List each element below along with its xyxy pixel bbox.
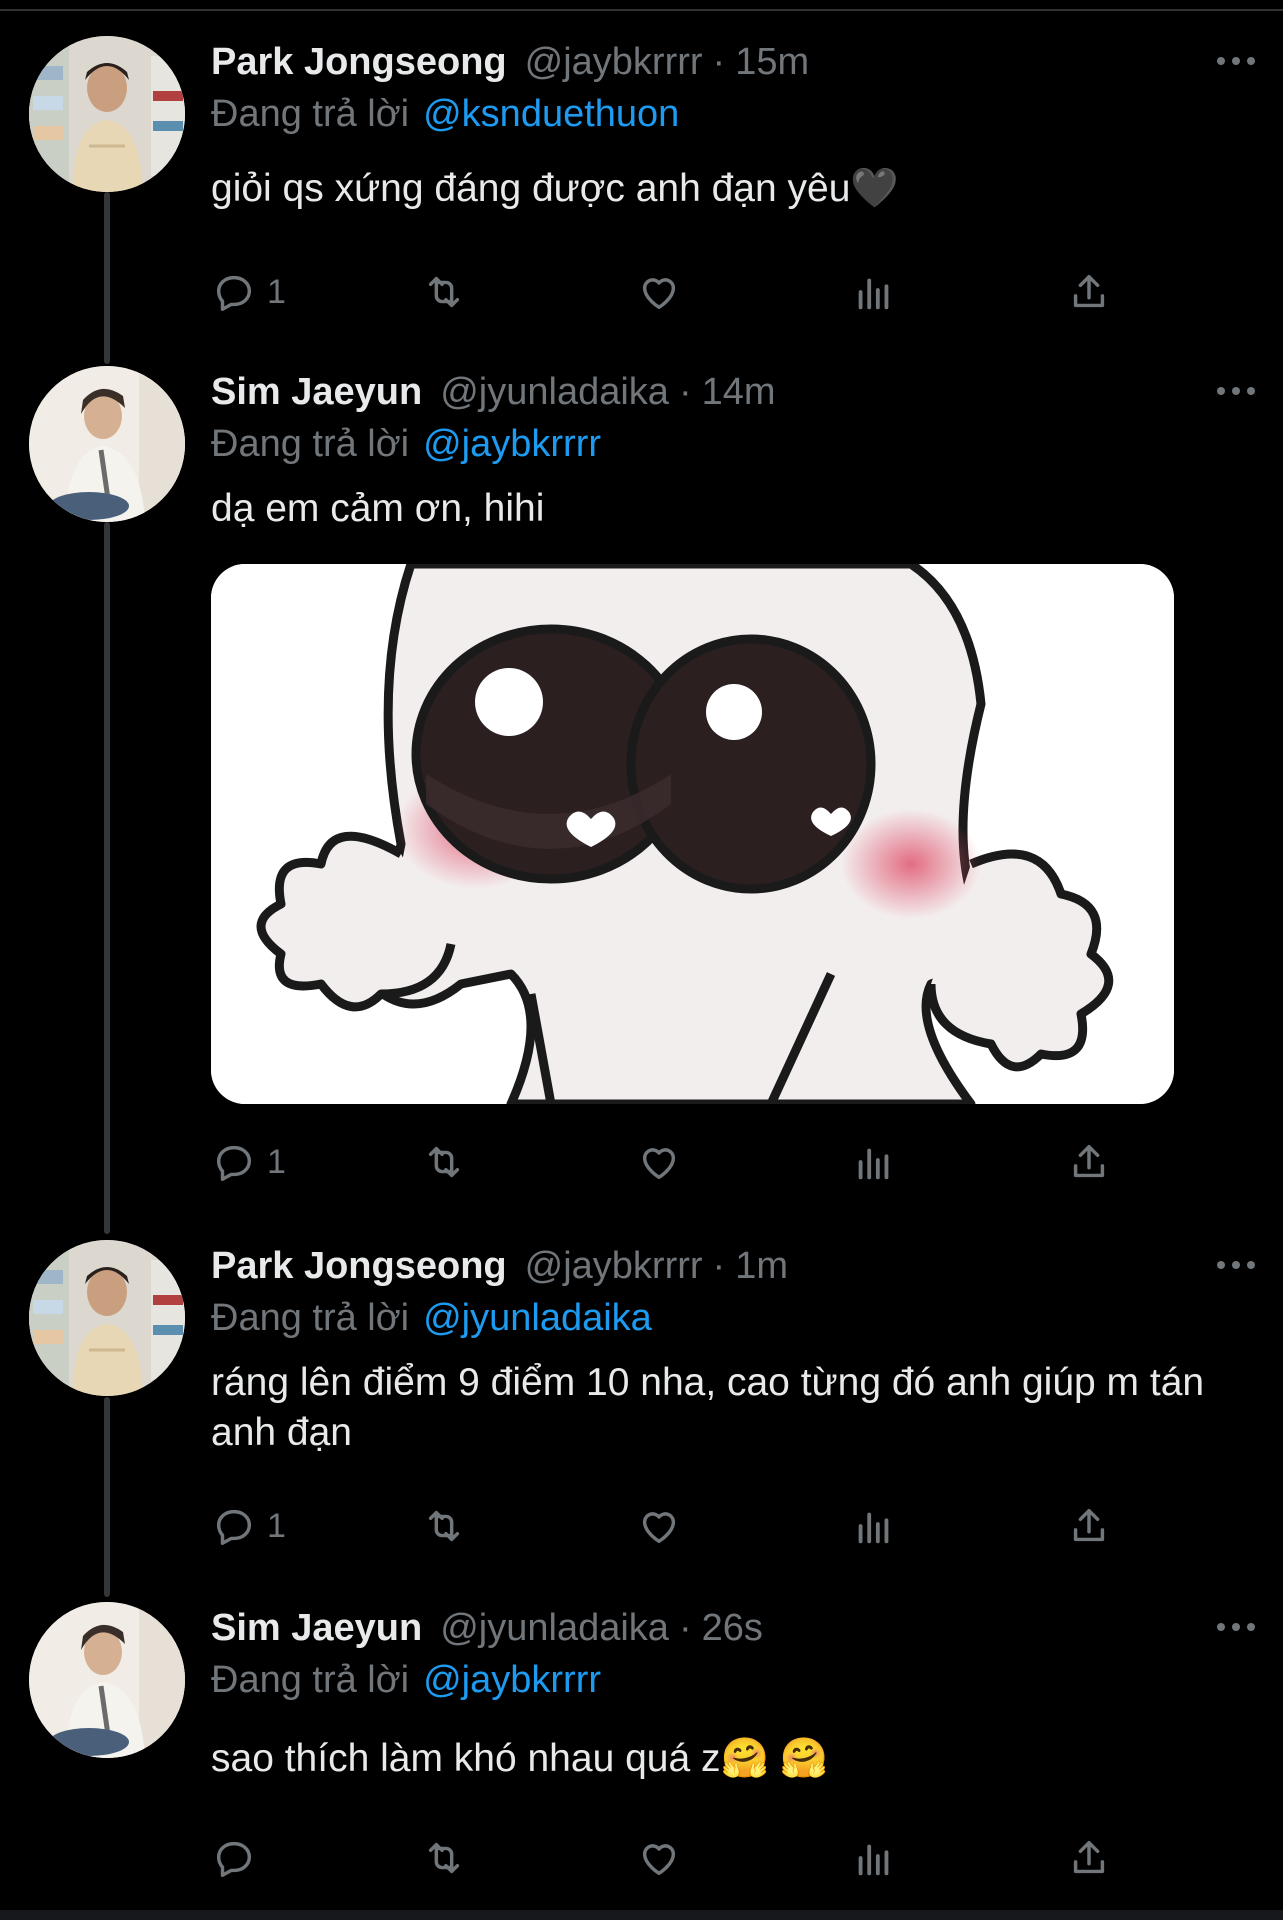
tweet[interactable]: Park Jongseong @jaybkrrrr · 1m Đang trả … [0,1240,1283,1570]
like-icon [642,278,676,310]
analytics-icon [858,278,889,310]
analytics-button[interactable] [851,262,897,322]
analytics-icon [858,1844,889,1876]
bottom-divider [0,1910,1283,1920]
tweet-actions: 1 [211,1496,1111,1556]
reply-prefix: Đang trả lời [211,1296,410,1339]
share-button[interactable] [1066,1828,1112,1888]
top-divider [0,9,1283,11]
like-icon [642,1844,676,1876]
display-name[interactable]: Sim Jaeyun [211,371,422,414]
reply-prefix: Đang trả lời [211,92,410,135]
more-options-icon[interactable] [1211,376,1261,406]
user-handle[interactable]: @jaybkrrrr [525,1245,703,1288]
timestamp[interactable]: 26s [702,1607,763,1650]
blushing-cartoon-sticker [211,564,1174,1104]
tweet-actions: 1 [211,262,1111,322]
timestamp[interactable]: 15m [735,41,809,84]
retweet-icon [428,276,460,308]
reply-prefix: Đang trả lời [211,1658,410,1701]
avatar[interactable] [29,1240,185,1396]
more-options-icon[interactable] [1211,1250,1261,1280]
tweet-text: dạ em cảm ơn, hihi [211,487,545,530]
like-icon [642,1148,676,1180]
user-handle[interactable]: @jyunladaika [440,371,669,414]
analytics-icon [858,1148,889,1180]
more-options-icon[interactable] [1211,46,1261,76]
tweet-text: ráng lên điểm 9 điểm 10 nha, cao từng đó… [211,1361,1205,1454]
display-name[interactable]: Sim Jaeyun [211,1607,422,1650]
separator-dot: · [678,370,692,413]
replying-to: Đang trả lời @jyunladaika [211,1292,1263,1344]
retweet-button[interactable] [421,262,467,322]
retweet-button[interactable] [421,1132,467,1192]
display-name[interactable]: Park Jongseong [211,41,507,84]
timestamp[interactable]: 14m [702,371,776,414]
tweet-actions [211,1828,1111,1888]
like-icon [642,1512,676,1544]
reply-button[interactable] [211,1828,267,1888]
reply-count: 1 [267,1506,286,1545]
mention-link[interactable]: @jaybkrrrr [423,1659,601,1702]
avatar[interactable] [29,1602,185,1758]
tweet-text: sao thích làm khó nhau quá z🤗 🤗 [211,1737,829,1780]
like-button[interactable] [636,262,682,322]
separator-dot: · [678,1606,692,1649]
share-button[interactable] [1066,262,1112,322]
retweet-icon [428,1510,460,1542]
tweet[interactable]: Park Jongseong @jaybkrrrr · 15m Đang trả… [0,36,1283,336]
reply-icon [216,1841,252,1877]
tweet-header: Park Jongseong @jaybkrrrr · 15m [211,36,1263,88]
tweet[interactable]: Sim Jaeyun @jyunladaika · 14m Đang trả l… [0,366,1283,1196]
tweet-text: giỏi qs xứng đáng được anh đạn yêu🖤 [211,167,899,210]
share-icon [1073,1840,1105,1874]
share-icon [1073,274,1105,308]
mention-link[interactable]: @jyunladaika [423,1297,652,1340]
replying-to: Đang trả lời @jaybkrrrr [211,418,1263,470]
analytics-button[interactable] [851,1828,897,1888]
separator-dot: · [712,1244,726,1287]
timestamp[interactable]: 1m [735,1245,788,1288]
more-options-icon[interactable] [1211,1612,1261,1642]
tweet-media-image[interactable] [211,564,1174,1104]
share-button[interactable] [1066,1496,1112,1556]
analytics-button[interactable] [851,1496,897,1556]
avatar[interactable] [29,366,185,522]
tweet-actions: 1 [211,1132,1111,1192]
replying-to: Đang trả lời @ksnduethuon [211,88,1263,140]
share-icon [1073,1508,1105,1542]
retweet-button[interactable] [421,1828,467,1888]
mention-link[interactable]: @jaybkrrrr [423,423,601,466]
analytics-icon [858,1512,889,1544]
reply-count: 1 [267,1142,286,1181]
user-handle[interactable]: @jaybkrrrr [525,41,703,84]
retweet-button[interactable] [421,1496,467,1556]
tweet[interactable]: Sim Jaeyun @jyunladaika · 26s Đang trả l… [0,1602,1283,1902]
replying-to: Đang trả lời @jaybkrrrr [211,1654,1263,1706]
reply-icon [216,1509,252,1545]
tweet-header: Park Jongseong @jaybkrrrr · 1m [211,1240,1263,1292]
reply-icon [216,1145,252,1181]
reply-prefix: Đang trả lời [211,422,410,465]
display-name[interactable]: Park Jongseong [211,1245,507,1288]
tweet-header: Sim Jaeyun @jyunladaika · 14m [211,366,1263,418]
share-icon [1073,1144,1105,1178]
reply-button[interactable]: 1 [211,1132,286,1192]
analytics-button[interactable] [851,1132,897,1192]
reply-icon [216,275,252,311]
like-button[interactable] [636,1132,682,1192]
tweet-header: Sim Jaeyun @jyunladaika · 26s [211,1602,1263,1654]
like-button[interactable] [636,1496,682,1556]
reply-button[interactable]: 1 [211,262,286,322]
retweet-icon [428,1842,460,1874]
avatar[interactable] [29,36,185,192]
separator-dot: · [712,40,726,83]
share-button[interactable] [1066,1132,1112,1192]
reply-button[interactable]: 1 [211,1496,286,1556]
user-handle[interactable]: @jyunladaika [440,1607,669,1650]
mention-link[interactable]: @ksnduethuon [423,93,679,136]
retweet-icon [428,1146,460,1178]
reply-count: 1 [267,272,286,311]
like-button[interactable] [636,1828,682,1888]
